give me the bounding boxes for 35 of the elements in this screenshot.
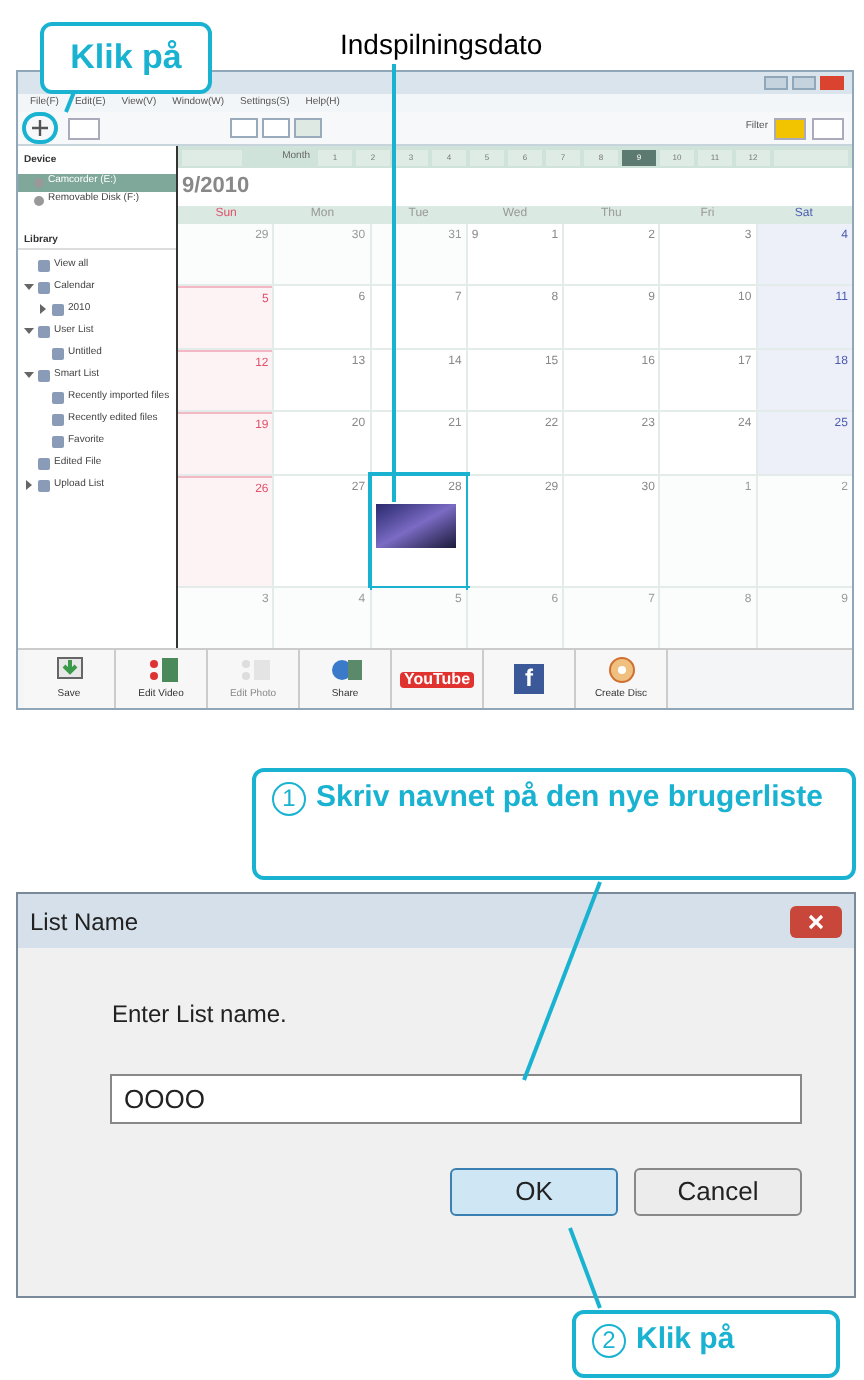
dialog-title: List Name xyxy=(30,905,139,939)
collapsed-arrow-icon[interactable] xyxy=(38,304,48,314)
collapsed-arrow-icon[interactable] xyxy=(24,480,34,490)
facebook-logo: f xyxy=(514,664,544,694)
add-button[interactable] xyxy=(26,116,54,140)
maximize-button[interactable] xyxy=(792,76,816,90)
view-mode-button[interactable] xyxy=(230,118,258,138)
callout-text: Klik på xyxy=(70,36,182,81)
close-button[interactable] xyxy=(790,905,842,937)
view-mode-button[interactable] xyxy=(294,118,322,138)
list-name-field[interactable]: OOOO xyxy=(110,1074,802,1124)
view-mode-button[interactable] xyxy=(262,118,290,138)
callout-text: Klik på xyxy=(636,1322,735,1356)
step-number: 1 xyxy=(272,782,306,816)
dialog-button[interactable]: Cancel xyxy=(634,1168,802,1216)
annotation-label: Indspilningsdato xyxy=(340,26,543,64)
rating-filter-dropdown[interactable] xyxy=(812,117,844,139)
dialog-button[interactable]: OK xyxy=(450,1168,618,1216)
close-icon xyxy=(808,913,824,929)
color-filter-dropdown[interactable] xyxy=(774,117,806,139)
calendar-title: 9/2010 xyxy=(180,172,252,202)
expanded-arrow-icon[interactable] xyxy=(24,370,34,380)
minimize-button[interactable] xyxy=(764,76,788,90)
tools-dropdown[interactable] xyxy=(68,117,100,139)
plus-icon xyxy=(32,120,48,136)
action-button[interactable]: f xyxy=(484,650,576,708)
callout-text: Skriv navnet på den nye brugerliste xyxy=(316,780,823,814)
youtube-logo: YouTube xyxy=(399,671,475,687)
disc-icon xyxy=(605,654,637,687)
step-number: 2 xyxy=(592,1324,626,1358)
action-button[interactable]: YouTube xyxy=(392,650,484,708)
video-thumbnail[interactable] xyxy=(375,504,456,549)
dialog-prompt: Enter List name. xyxy=(112,998,289,1032)
expanded-arrow-icon[interactable] xyxy=(24,282,34,292)
expanded-arrow-icon[interactable] xyxy=(24,326,34,336)
